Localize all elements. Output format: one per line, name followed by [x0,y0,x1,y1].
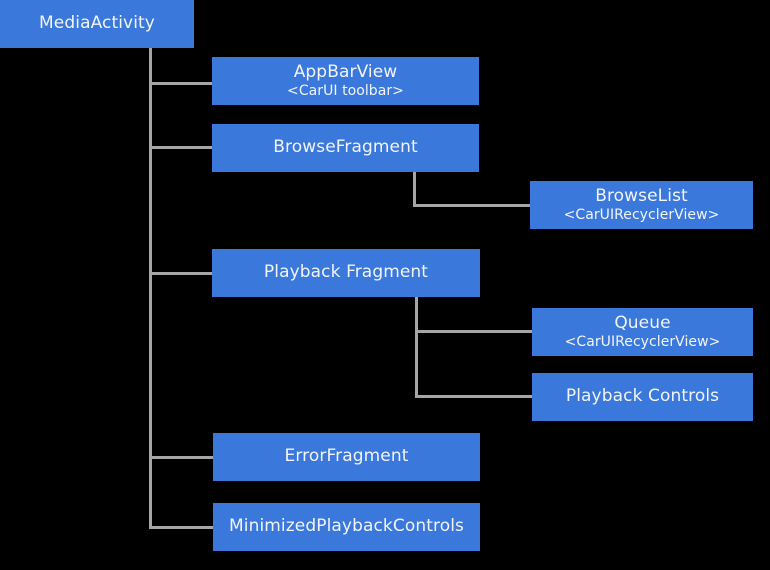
edge-browse-fragment-branch [413,172,416,207]
node-minimized-playback-controls[interactable]: MinimizedPlaybackControls [213,503,480,551]
edge-branch-to-queue [415,330,534,333]
node-error-fragment-title: ErrorFragment [284,446,409,467]
node-playback-fragment[interactable]: Playback Fragment [212,249,480,297]
edge-playback-fragment-branch [415,297,418,398]
edge-trunk-to-browse-fragment [149,146,214,149]
node-playback-fragment-title: Playback Fragment [263,262,429,283]
edge-trunk-to-error-fragment [149,456,214,459]
edge-branch-to-playback-controls [415,395,534,398]
node-queue-title: Queue [614,312,671,333]
node-queue[interactable]: Queue <CarUIRecyclerView> [532,308,753,356]
node-media-activity[interactable]: MediaActivity [0,0,194,48]
node-browse-list[interactable]: BrowseList <CarUIRecyclerView> [530,181,753,229]
node-playback-controls[interactable]: Playback Controls [532,373,753,421]
node-media-activity-title: MediaActivity [39,13,155,34]
edge-trunk-to-minimized-playback-controls [149,526,214,529]
node-app-bar-view-title: AppBarView [293,61,398,82]
node-browse-fragment[interactable]: BrowseFragment [212,124,479,172]
edge-branch-to-browse-list [413,204,533,207]
node-app-bar-view[interactable]: AppBarView <CarUI toolbar> [212,57,479,105]
edge-trunk-to-app-bar-view [149,82,214,85]
node-error-fragment[interactable]: ErrorFragment [213,433,480,481]
node-app-bar-view-subtitle: <CarUI toolbar> [287,82,404,99]
architecture-diagram: MediaActivity AppBarView <CarUI toolbar>… [0,0,770,570]
node-minimized-playback-controls-title: MinimizedPlaybackControls [228,516,464,537]
node-queue-subtitle: <CarUIRecyclerView> [564,333,721,350]
node-playback-controls-title: Playback Controls [565,386,720,407]
node-browse-list-subtitle: <CarUIRecyclerView> [563,206,720,223]
node-browse-fragment-title: BrowseFragment [273,137,418,158]
node-browse-list-title: BrowseList [595,185,688,206]
edge-trunk-to-playback-fragment [149,272,214,275]
